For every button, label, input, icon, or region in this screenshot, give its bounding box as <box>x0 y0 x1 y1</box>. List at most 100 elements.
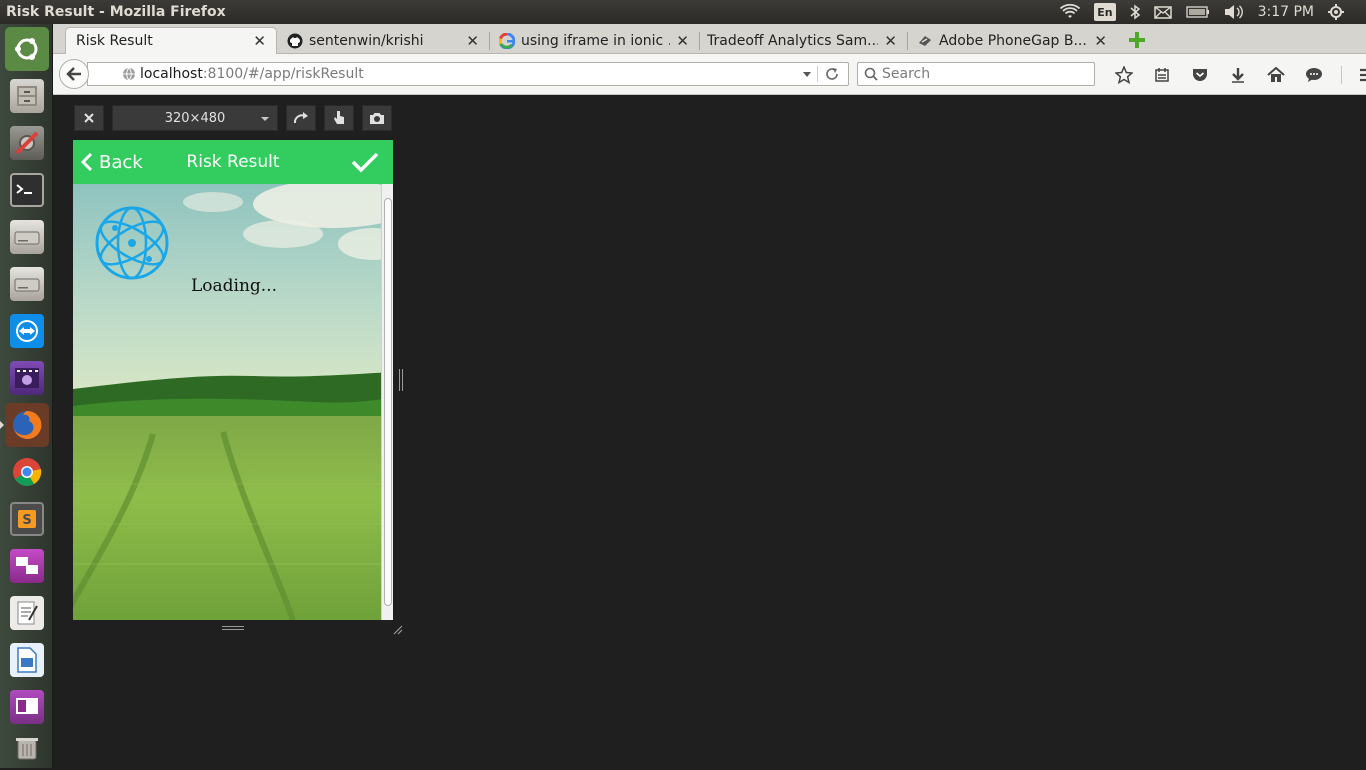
volume-icon[interactable] <box>1224 3 1244 21</box>
close-icon <box>84 113 94 123</box>
touch-simulation-button[interactable] <box>324 105 354 131</box>
tab-google[interactable]: using iframe in ionic ... ✕ <box>489 27 699 54</box>
scrollbar-thumb[interactable] <box>384 198 392 606</box>
rotate-button[interactable] <box>286 105 316 131</box>
home-icon[interactable] <box>1257 64 1295 86</box>
search-box[interactable] <box>857 62 1095 86</box>
back-button[interactable] <box>59 59 89 89</box>
keyboard-layout-indicator[interactable]: En <box>1094 3 1116 21</box>
chevron-left-icon <box>81 152 93 172</box>
viewport-width-resize-handle[interactable] <box>399 369 403 391</box>
tab-github[interactable]: sentenwin/krishi ✕ <box>277 27 489 54</box>
reload-icon[interactable] <box>824 66 840 86</box>
close-tab-icon[interactable]: ✕ <box>1094 32 1107 50</box>
file-manager-launcher[interactable] <box>5 74 49 118</box>
libreoffice-impress-launcher[interactable] <box>5 685 49 729</box>
app-header-bar: Risk Result Back <box>73 140 393 184</box>
loading-text: Loading... <box>191 276 278 296</box>
app-back-button[interactable]: Back <box>81 140 143 184</box>
touch-hand-icon <box>334 111 344 124</box>
hamburger-menu-icon[interactable] <box>1349 64 1366 86</box>
libreoffice-writer-launcher[interactable] <box>5 638 49 682</box>
file-cabinet-icon <box>10 79 44 113</box>
teamviewer-launcher[interactable] <box>5 309 49 353</box>
toolbar-divider <box>1333 64 1349 86</box>
close-tab-icon[interactable]: ✕ <box>253 32 266 50</box>
checkmark-icon <box>351 152 379 173</box>
terminal-launcher[interactable] <box>5 168 49 212</box>
notepad-icon <box>10 596 44 630</box>
viewport-size-label: 320×480 <box>164 110 226 126</box>
clock[interactable]: 3:17 PM <box>1258 4 1314 20</box>
google-icon <box>499 32 515 49</box>
tab-label: Tradeoff Analytics Sam... <box>707 32 879 49</box>
chat-icon[interactable] <box>1295 64 1333 86</box>
device-viewport: Loading... Risk Result Back <box>73 140 393 620</box>
tab-tradeoff-analytics[interactable]: Tradeoff Analytics Sam... ✕ <box>697 27 907 54</box>
bookmark-star-icon[interactable] <box>1105 64 1143 86</box>
chevron-down-icon[interactable] <box>802 67 812 85</box>
close-tab-icon[interactable]: ✕ <box>884 32 897 50</box>
settings-tools-icon <box>10 126 44 160</box>
camera-icon <box>370 113 384 124</box>
tab-adobe-phonegap[interactable]: Adobe PhoneGap B... ✕ <box>907 27 1117 54</box>
browser-tab-strip: Risk Result ✕ sentenwin/krishi ✕ using i… <box>53 24 1366 54</box>
firefox-launcher[interactable] <box>5 403 49 447</box>
battery-icon[interactable] <box>1185 3 1210 21</box>
remote-desktop-launcher[interactable] <box>5 544 49 588</box>
rotate-icon <box>293 112 308 124</box>
trash-launcher[interactable] <box>5 726 49 770</box>
vertical-scrollbar[interactable] <box>381 184 393 620</box>
close-responsive-button[interactable] <box>74 105 104 131</box>
back-arrow-icon <box>66 67 81 81</box>
phonegap-icon <box>917 33 933 49</box>
wifi-icon[interactable] <box>1060 3 1081 21</box>
search-input[interactable] <box>882 66 1082 82</box>
trash-icon <box>10 731 44 765</box>
viewport-height-resize-handle[interactable] <box>222 626 244 630</box>
github-icon <box>287 33 303 49</box>
browser-nav-bar: localhost:8100/#/app/riskResult <box>53 54 1366 95</box>
video-player-launcher[interactable] <box>5 356 49 400</box>
drive-launcher-1[interactable] <box>5 215 49 259</box>
globe-icon <box>122 67 136 81</box>
tab-risk-result[interactable]: Risk Result ✕ <box>65 27 277 54</box>
reading-list-icon[interactable] <box>1143 64 1181 86</box>
tab-label: Risk Result <box>76 33 153 49</box>
chevron-down-icon <box>261 117 269 121</box>
url-bar[interactable]: localhost:8100/#/app/riskResult <box>87 62 849 86</box>
tab-label: sentenwin/krishi <box>309 32 424 49</box>
tab-label: using iframe in ionic ... <box>521 32 671 49</box>
tab-label: Adobe PhoneGap B... <box>939 32 1087 49</box>
downloads-icon[interactable] <box>1219 64 1257 86</box>
teamviewer-icon <box>10 314 44 348</box>
close-tab-icon[interactable]: ✕ <box>676 32 689 50</box>
new-tab-button[interactable] <box>1125 28 1149 52</box>
system-settings-launcher[interactable] <box>5 121 49 165</box>
confirm-button[interactable] <box>351 149 379 175</box>
power-gear-icon[interactable] <box>1328 3 1344 21</box>
bluetooth-icon[interactable] <box>1130 3 1140 21</box>
chrome-launcher[interactable] <box>5 450 49 494</box>
unity-launcher: S <box>0 24 53 768</box>
sublime-text-launcher[interactable]: S <box>5 497 49 541</box>
ubuntu-dash-button[interactable] <box>5 27 49 71</box>
search-icon <box>864 67 878 81</box>
viewport-corner-resize-handle[interactable] <box>393 620 403 635</box>
svg-text:S: S <box>22 513 31 528</box>
resize-grip-icon <box>393 625 403 635</box>
drive-launcher-2[interactable] <box>5 262 49 306</box>
app-content: Loading... <box>73 184 393 620</box>
remote-desktop-icon <box>10 549 44 583</box>
close-tab-icon[interactable]: ✕ <box>466 32 479 50</box>
screenshot-button[interactable] <box>362 105 392 131</box>
drive-icon <box>10 267 44 301</box>
firefox-icon <box>10 408 44 442</box>
document-icon <box>10 643 44 677</box>
viewport-size-select[interactable]: 320×480 <box>112 105 278 131</box>
toolbar-icons <box>1105 64 1366 86</box>
pocket-icon[interactable] <box>1181 64 1219 86</box>
text-editor-launcher[interactable] <box>5 591 49 635</box>
window-title: Risk Result - Mozilla Firefox <box>6 4 226 20</box>
mail-icon[interactable] <box>1153 3 1172 21</box>
